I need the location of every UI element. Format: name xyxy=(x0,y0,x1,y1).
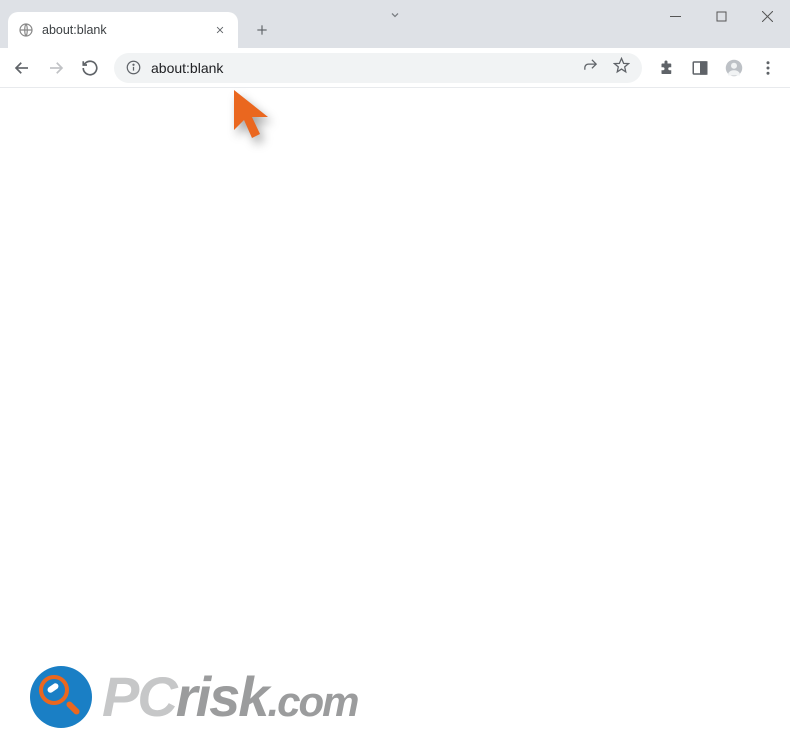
page-viewport xyxy=(0,88,790,746)
browser-title-bar: about:blank xyxy=(0,0,790,48)
tab-title: about:blank xyxy=(42,23,212,37)
share-icon[interactable] xyxy=(582,57,599,79)
maximize-button[interactable] xyxy=(698,0,744,32)
bookmark-icon[interactable] xyxy=(613,57,630,79)
close-window-button[interactable] xyxy=(744,0,790,32)
reload-button[interactable] xyxy=(74,52,106,84)
close-tab-button[interactable] xyxy=(212,22,228,38)
site-info-icon[interactable] xyxy=(126,60,141,75)
browser-tab[interactable]: about:blank xyxy=(8,12,238,48)
watermark-badge xyxy=(30,666,92,728)
watermark-logo: PCrisk.com xyxy=(30,666,357,728)
watermark-text: PCrisk.com xyxy=(102,669,357,725)
profile-button[interactable] xyxy=(718,52,750,84)
side-panel-button[interactable] xyxy=(684,52,716,84)
new-tab-button[interactable] xyxy=(248,16,276,44)
browser-toolbar: about:blank xyxy=(0,48,790,88)
chevron-down-icon[interactable] xyxy=(389,9,401,24)
minimize-button[interactable] xyxy=(652,0,698,32)
window-controls xyxy=(652,0,790,32)
globe-icon xyxy=(18,22,34,38)
back-button[interactable] xyxy=(6,52,38,84)
menu-button[interactable] xyxy=(752,52,784,84)
address-bar[interactable]: about:blank xyxy=(114,53,642,83)
extensions-button[interactable] xyxy=(650,52,682,84)
address-bar-text: about:blank xyxy=(151,60,572,76)
forward-button[interactable] xyxy=(40,52,72,84)
